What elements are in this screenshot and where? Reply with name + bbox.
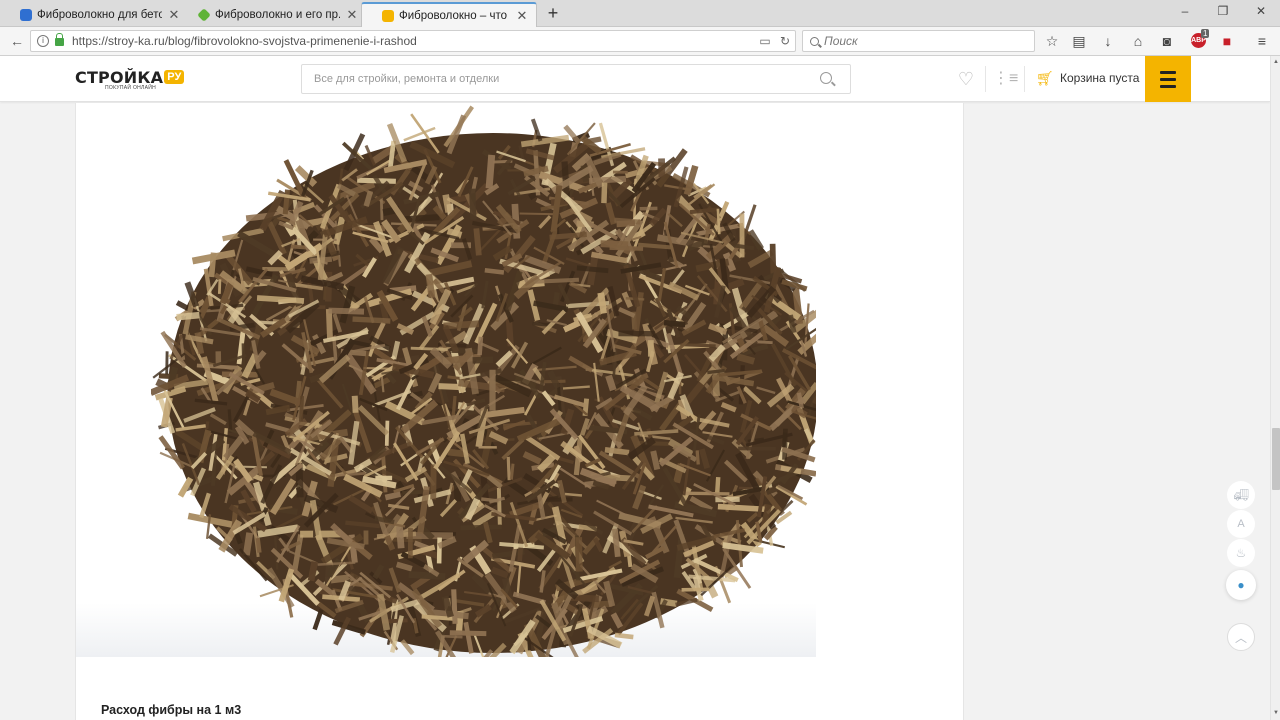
leaf-green-icon [197,7,211,22]
tab-1[interactable]: Фиброволокно для бето... ✕ [0,2,188,27]
cart-yellow-icon [382,9,394,22]
scroll-down-arrow[interactable]: ▼ [1271,710,1280,716]
tab-3-active[interactable]: Фиброволокно – что это... ✕ [361,2,537,27]
page-scrollbar[interactable]: ▲ ▼ [1270,56,1280,720]
logo-tagline: ПОКУПАЙ ОНЛАЙН [105,85,157,91]
menu-icon[interactable]: ≡ [1253,33,1271,49]
bookmarks-list-icon[interactable]: ▤ [1070,33,1088,49]
hamburger-bar [1160,77,1176,81]
scroll-up-icon[interactable]: ︿ [1227,623,1255,651]
browser-search-field[interactable]: Поиск [802,30,1035,52]
fiber-heap-image [151,105,816,657]
tab-2[interactable]: Фиброволокно и его пр... ✕ [178,2,366,27]
site-search-input[interactable] [302,65,782,93]
info-icon[interactable]: i [37,35,49,47]
scroll-up-arrow[interactable]: ▲ [1271,59,1280,65]
reload-icon[interactable]: ↻ [775,34,795,48]
tab-title: Фиброволокно и его пр... [215,8,340,21]
cart-button[interactable]: 🛒︎ Корзина пуста [1036,70,1139,86]
chat-icon[interactable]: ● [1226,570,1256,600]
favorites-heart-icon[interactable]: ♡ [955,68,977,90]
site-search-box [301,64,851,94]
new-tab-button[interactable]: + [543,3,563,23]
browser-navbar: ← i https://stroy-ka.ru/blog/fibrovolokn… [0,27,1280,56]
divider [985,66,986,92]
section-heading: Расход фибры на 1 м3 [101,703,242,717]
scrollbar-thumb[interactable] [1272,428,1280,490]
downloads-icon[interactable]: ↓ [1099,33,1117,49]
fiber-heap-photo [76,103,816,657]
bookmark-star-icon[interactable]: ☆ [1043,33,1061,49]
compare-icon[interactable]: ⋮≡ [993,68,1018,90]
search-icon [810,36,819,46]
tab-title: Фиброволокно для бето... [37,8,162,21]
extension-icon[interactable]: ■ [1218,33,1236,49]
site-header: СТРОЙКАРУ ПОКУПАЙ ОНЛАЙН ♡ ⋮≡ 🛒︎ Корзина… [0,56,1270,102]
window-close-icon[interactable]: ✕ [1251,4,1271,18]
hamburger-bar [1160,70,1176,74]
minimize-icon[interactable]: – [1175,4,1195,18]
hamburger-menu-button[interactable] [1145,56,1191,102]
hamburger-bar [1160,84,1176,88]
globe-blue-icon [20,8,32,21]
pocket-icon[interactable]: ◙ [1158,33,1176,49]
adblock-badge: 1 [1201,29,1210,38]
restore-icon[interactable]: ❐ [1213,4,1233,18]
reader-view-icon[interactable]: ▭ [755,34,775,48]
address-bar[interactable]: i https://stroy-ka.ru/blog/fibrovolokno-… [30,30,796,52]
url-text[interactable]: https://stroy-ka.ru/blog/fibrovolokno-sv… [72,34,755,48]
close-icon[interactable]: ✕ [346,7,358,23]
browser-tabbar: Фиброволокно для бето... ✕ Фиброволокно … [0,0,1280,27]
cart-icon: 🛒︎ [1036,70,1054,86]
search-icon[interactable] [820,72,832,84]
divider [1024,66,1025,92]
lock-icon [55,33,64,46]
home-icon[interactable]: ⌂ [1129,33,1147,49]
tab-title: Фиброволокно – что это... [399,9,510,22]
close-icon[interactable]: ✕ [516,8,528,24]
fire-icon[interactable]: ♨ [1227,539,1255,567]
article-content: Расход фибры на 1 м3 [75,103,964,720]
font-size-icon[interactable]: A [1227,510,1255,538]
search-placeholder: Поиск [824,34,858,48]
site-logo[interactable]: СТРОЙКА РУ ПОКУПАЙ ОНЛАЙН [75,68,185,92]
delivery-truck-icon[interactable]: 🚚︎ [1227,481,1255,509]
back-arrow-icon[interactable]: ← [9,33,25,49]
cart-label: Корзина пуста [1060,71,1140,85]
logo-suffix: РУ [164,70,185,84]
